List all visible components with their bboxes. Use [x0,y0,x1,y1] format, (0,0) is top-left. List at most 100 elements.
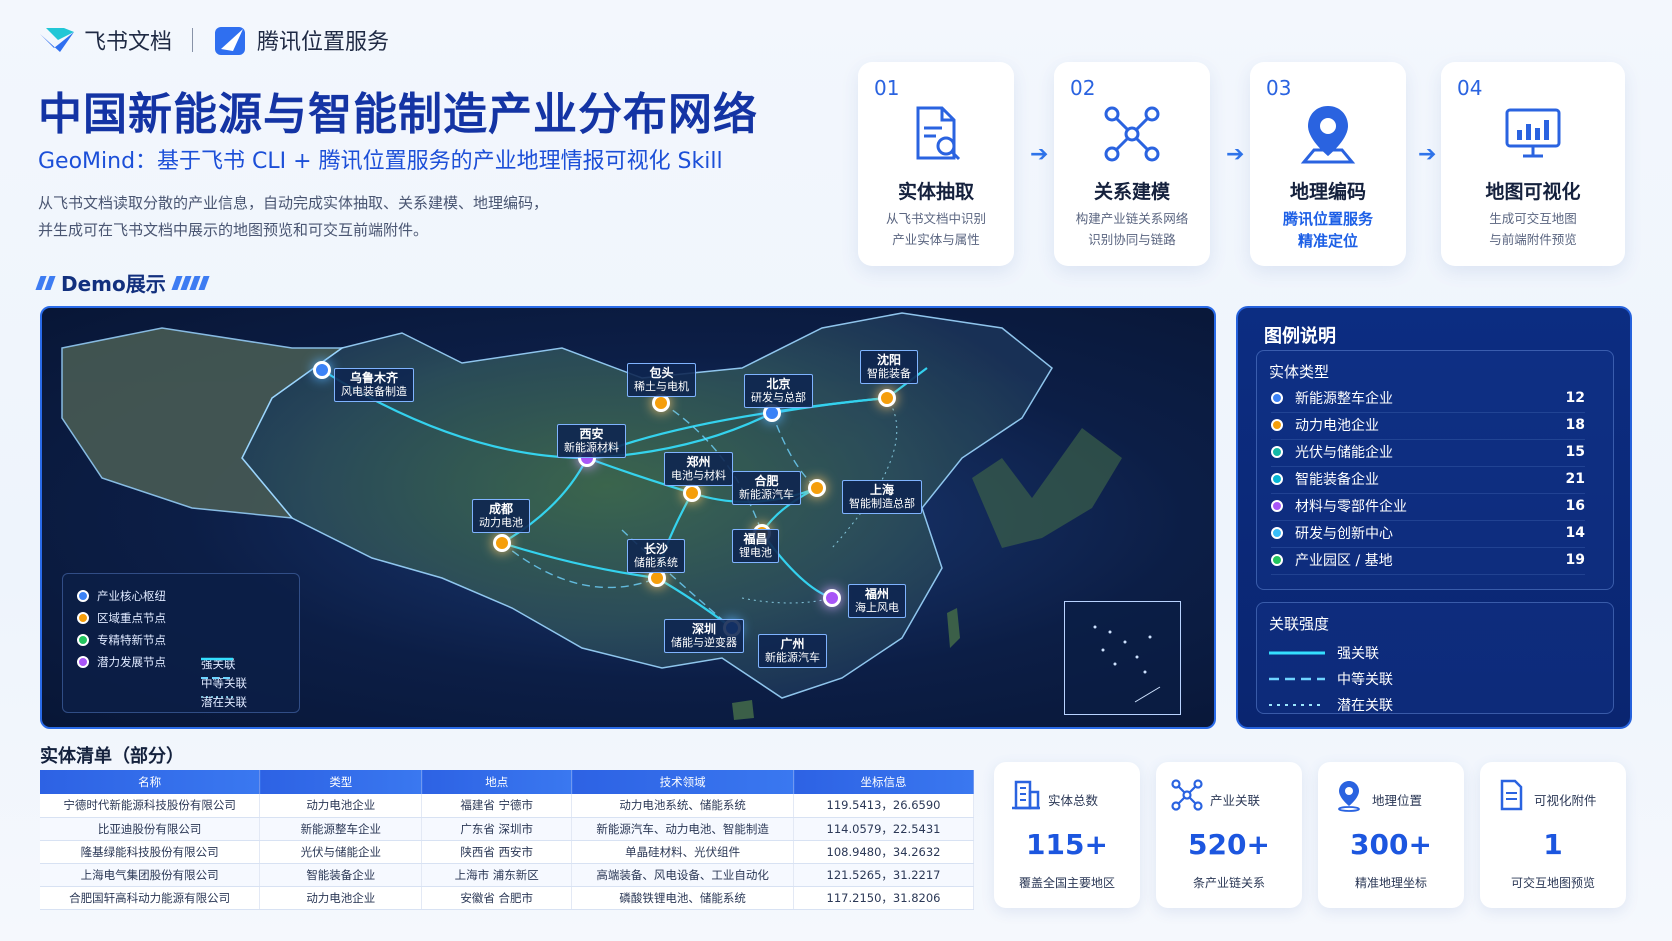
table-cell: 福建省 宁德市 [421,794,573,818]
city-marker-shenyang[interactable] [878,389,896,407]
entity-label: 产业园区 / 基地 [1295,553,1393,569]
map-legend-item: 区域重点节点 [77,610,166,626]
table-cell: 单晶硅材料、光伏组件 [571,840,795,864]
brand-bar: 飞书文档 腾讯位置服务 [38,22,389,58]
strength-potential: 潜在关联 [1269,698,1393,714]
map-legend-line-strong: 强关联 [201,657,236,671]
table-row[interactable]: 比亚迪股份有限公司 新能源整车企业 广东省 深圳市 新能源汽车、动力电池、智能制造 11… [40,817,974,841]
city-label-shenyang: 沈阳 智能装备 [860,350,918,384]
tencent-brand[interactable]: 腾讯位置服务 [213,23,389,57]
entity-dot-icon [1271,473,1283,485]
stat-value: 520+ [1188,828,1270,861]
table-cell: 上海市 浦东新区 [421,863,573,887]
network-icon [1171,779,1203,811]
page-description: 从飞书文档读取分散的产业信息，自动完成实体抽取、关系建模、地理编码， 并生成可在… [38,190,638,244]
table-row[interactable]: 隆基绿能科技股份有限公司 光伏与储能企业 陕西省 西安市 单晶硅材料、光伏组件 108.… [40,840,974,864]
table-row[interactable]: 宁德时代新能源科技股份有限公司 动力电池企业 福建省 宁德市 动力电池系统、储能系统 1… [40,794,974,818]
step-description: 从飞书文档中识别 产业实体与属性 [864,208,1008,250]
stat-caption: 精准地理坐标 [1354,876,1427,890]
entity-count: 18 [1565,417,1585,433]
strength-medium: 中等关联 [1269,672,1393,688]
city-marker-shanghai[interactable] [808,479,826,497]
location-pin-icon [1338,781,1360,812]
table-row[interactable]: 上海电气集团股份有限公司 智能装备企业 上海市 浦东新区 高端装备、风电设备、工业自动… [40,863,974,887]
regional-dot-icon [77,612,89,624]
map-legend-item: 产业核心枢纽 [77,588,166,604]
legend-entity-row[interactable]: 研发与创新中心 14 [1271,522,1585,548]
table-cell: 动力电池企业 [259,794,423,818]
table-cell: 宁德时代新能源科技股份有限公司 [40,794,261,818]
stat-card-locations[interactable]: 地理位置 300+ 精准地理坐标 [1318,762,1464,908]
entity-label: 动力电池企业 [1295,418,1379,434]
city-marker-fuzhou[interactable] [823,589,841,607]
south-china-sea-inset [1064,601,1181,715]
legend-entity-row[interactable]: 智能装备企业 21 [1271,468,1585,494]
table-header-cell[interactable]: 技术领域 [571,770,795,794]
stat-value: 1 [1543,828,1563,861]
city-label-guangzhou: 广州 新能源汽车 [758,634,827,668]
legend-entity-row[interactable]: 动力电池企业 18 [1271,414,1585,440]
city-marker-zhengzhou[interactable] [683,484,701,502]
table-cell: 119.5413，26.6590 [793,794,974,818]
stat-card-entities[interactable]: 实体总数 115+ 覆盖全国主要地区 [994,762,1140,908]
feishu-brand-label: 飞书文档 [84,30,173,55]
table-header-cell[interactable]: 坐标信息 [793,770,974,794]
table-cell: 陕西省 西安市 [421,840,573,864]
tencent-map-logo-icon [215,27,246,55]
table-cell: 安徽省 合肥市 [421,886,573,910]
city-marker-chengdu[interactable] [493,534,511,552]
step-desc-line: 腾讯位置服务 [1282,210,1373,228]
step-card-geocoding[interactable]: 03 地理编码 腾讯位置服务 精准定位 [1250,62,1406,266]
table-cell: 新能源整车企业 [259,817,423,841]
strength-title: 关联强度 [1269,615,1330,633]
entity-table: 名称 类型 地点 技术领域 坐标信息 宁德时代新能源科技股份有限公司 动力电池企业 福建省 … [40,770,974,910]
strength-strong: 强关联 [1269,646,1379,662]
heading-accent-icon [35,275,56,290]
legend-entity-row[interactable]: 新能源整车企业 12 [1271,387,1585,413]
step-number: 02 [1070,76,1096,100]
document-search-icon [916,106,961,161]
feishu-brand[interactable]: 飞书文档 [38,24,172,56]
entity-count: 16 [1565,498,1585,514]
stat-caption: 覆盖全国主要地区 [1018,876,1115,890]
entity-dot-icon [1271,554,1283,566]
city-label-beijing: 北京 研发与总部 [744,374,813,408]
stat-card-attachments[interactable]: 可视化附件 1 可交互地图预览 [1480,762,1626,908]
south-sea-islands-icon [1093,625,1161,703]
step-number: 04 [1457,76,1483,100]
table-cell: 光伏与储能企业 [259,840,423,864]
specialized-dot-icon [77,634,89,646]
step-card-entity-extraction[interactable]: 01 实体抽取 从飞书文档中识别 产业实体与属性 [858,62,1014,266]
step-card-map-visualization[interactable]: 04 地图可视化 生成可交互地图 与前端附件预览 [1441,62,1625,266]
map-legend-item: 专精特新节点 [77,632,166,648]
table-row[interactable]: 合肥国轩高科动力能源有限公司 动力电池企业 安徽省 合肥市 磷酸铁锂电池、储能系统 11… [40,886,974,910]
legend-entity-row[interactable]: 光伏与储能企业 15 [1271,441,1585,467]
step-title: 地图可视化 [1485,181,1581,203]
entity-count: 21 [1565,471,1585,487]
description-line-1: 从飞书文档读取分散的产业信息，自动完成实体抽取、关系建模、地理编码， [38,194,549,212]
entity-type-title: 实体类型 [1269,363,1330,381]
entity-count: 15 [1565,444,1585,460]
table-header-cell[interactable]: 名称 [40,770,261,794]
step-desc-line: 从飞书文档中识别 [885,211,986,226]
arrow-right-icon: ➔ [1226,142,1245,167]
stat-card-relations[interactable]: 产业关联 520+ 条产业链关系 [1156,762,1302,908]
table-header-cell[interactable]: 地点 [421,770,573,794]
brand-divider [192,28,194,52]
map-legend-line-medium: 中等关联 [201,676,247,690]
step-desc-line: 构建产业链关系网络 [1075,211,1189,226]
potential-dot-icon [77,656,89,668]
city-label-fuzhou: 福州 海上风电 [848,584,906,618]
industry-network-map[interactable]: 乌鲁木齐 风电装备制造 包头 稀土与电机 北京 研发与总部 沈阳 智能装备 西安 新能源材… [40,306,1216,729]
entity-label: 光伏与储能企业 [1295,445,1393,461]
table-header-cell[interactable]: 类型 [259,770,423,794]
table-cell: 108.9480，34.2632 [793,840,974,864]
step-title: 地理编码 [1289,181,1366,203]
legend-entity-row[interactable]: 材料与零部件企业 16 [1271,495,1585,521]
table-cell: 合肥国轩高科动力能源有限公司 [40,886,261,910]
demo-heading: Demo展示 [35,268,210,297]
legend-entity-row[interactable]: 产业园区 / 基地 19 [1271,549,1585,575]
step-card-relation-modeling[interactable]: 02 关系建模 构建产业链关系网络 识别协同与链路 [1054,62,1210,266]
city-marker-urumqi[interactable] [313,361,331,379]
city-label-chengdu: 成都 动力电池 [472,499,530,533]
